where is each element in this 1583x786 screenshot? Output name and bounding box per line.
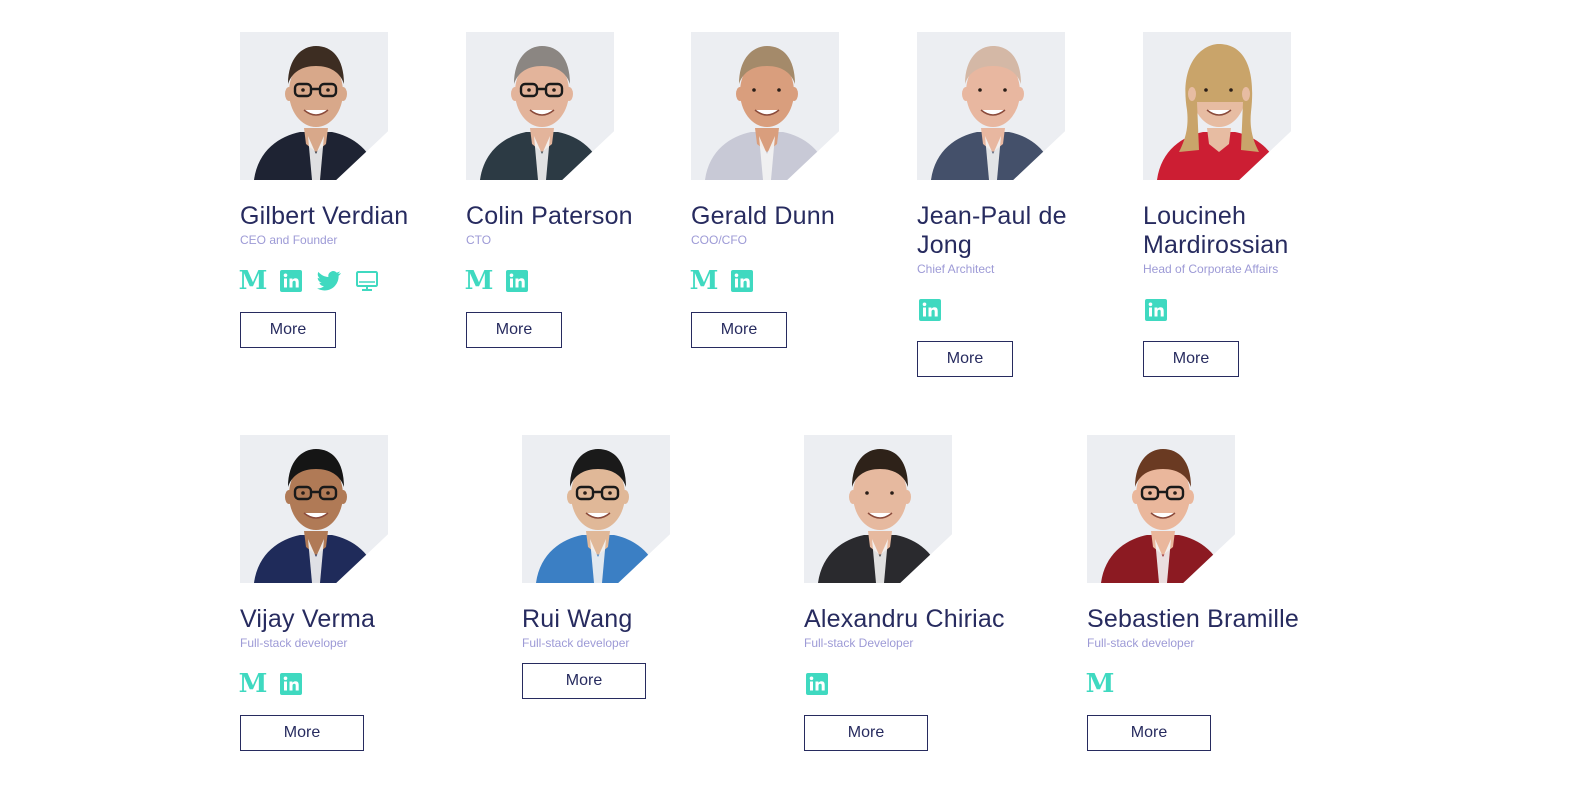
medium-icon[interactable]: M	[1086, 669, 1115, 699]
portrait-photo	[804, 435, 952, 583]
more-button[interactable]: More	[240, 715, 364, 751]
medium-icon[interactable]: M	[239, 266, 268, 296]
member-name: Vijay Verma	[240, 605, 376, 633]
medium-icon[interactable]: M	[465, 266, 494, 296]
social-links: M	[239, 266, 440, 296]
portrait-photo	[522, 435, 670, 583]
team-card: Sebastien Bramille Full-stack developer M M…	[1086, 435, 1307, 751]
linkedin-icon[interactable]	[504, 268, 530, 294]
member-name: Alexandru Chiriac	[804, 605, 1005, 633]
portrait-photo	[1143, 32, 1291, 180]
member-name: Rui Wang	[522, 605, 633, 633]
medium-icon[interactable]: M	[239, 669, 268, 699]
social-links: M	[465, 266, 666, 296]
more-button[interactable]: More	[1087, 715, 1211, 751]
portrait-photo	[691, 32, 839, 180]
more-button[interactable]: More	[804, 715, 928, 751]
website-icon[interactable]	[354, 268, 380, 294]
medium-icon[interactable]: M	[690, 266, 719, 296]
linkedin-icon[interactable]	[729, 268, 755, 294]
social-links	[804, 671, 1024, 697]
member-name: Sebastien Bramille	[1087, 605, 1300, 633]
portrait-photo	[466, 32, 614, 180]
social-links: M	[690, 266, 891, 296]
portrait-photo	[917, 32, 1065, 180]
member-role: Full-stack developer	[522, 636, 630, 650]
social-links: M	[1086, 669, 1307, 699]
portrait-photo	[240, 435, 388, 583]
portrait-photo	[1087, 435, 1235, 583]
twitter-icon[interactable]	[316, 268, 342, 294]
portrait-photo	[240, 32, 388, 180]
team-card: Jean-Paul de Jong Chief Architect More	[917, 32, 1087, 377]
linkedin-icon[interactable]	[278, 268, 304, 294]
member-role: Full-stack Developer	[804, 636, 914, 650]
team-card: Loucineh Mardirossian Head of Corporate A…	[1143, 32, 1313, 377]
team-card: Gilbert Verdian CEO and Founder M More	[239, 32, 440, 348]
more-button[interactable]: More	[691, 312, 787, 348]
social-links	[917, 297, 1087, 323]
member-name: Gerald Dunn	[691, 202, 835, 230]
social-links	[1143, 297, 1313, 323]
member-role: Head of Corporate Affairs	[1143, 262, 1279, 276]
team-card: Gerald Dunn COO/CFO M More	[690, 32, 891, 348]
linkedin-icon[interactable]	[278, 671, 304, 697]
team-card: Vijay Verma Full-stack developer M More	[239, 435, 440, 751]
member-name: Gilbert Verdian	[240, 202, 409, 230]
team-card: Alexandru Chiriac Full-stack Developer Mor…	[804, 435, 1024, 751]
member-name: Loucineh Mardirossian	[1143, 202, 1289, 259]
member-role: CTO	[466, 233, 492, 247]
team-card: Colin Paterson CTO M More	[465, 32, 666, 348]
social-links: M	[239, 669, 440, 699]
linkedin-icon[interactable]	[804, 671, 830, 697]
team-card: Rui Wang Full-stack developer More	[522, 435, 722, 699]
member-name: Jean-Paul de Jong	[917, 202, 1067, 259]
more-button[interactable]: More	[240, 312, 336, 348]
member-role: COO/CFO	[691, 233, 747, 247]
member-role: CEO and Founder	[240, 233, 338, 247]
more-button[interactable]: More	[917, 341, 1013, 377]
more-button[interactable]: More	[466, 312, 562, 348]
linkedin-icon[interactable]	[1143, 297, 1169, 323]
member-role: Full-stack developer	[1087, 636, 1195, 650]
more-button[interactable]: More	[522, 663, 646, 699]
member-role: Chief Architect	[917, 262, 995, 276]
more-button[interactable]: More	[1143, 341, 1239, 377]
member-name: Colin Paterson	[466, 202, 633, 230]
linkedin-icon[interactable]	[917, 297, 943, 323]
member-role: Full-stack developer	[240, 636, 348, 650]
